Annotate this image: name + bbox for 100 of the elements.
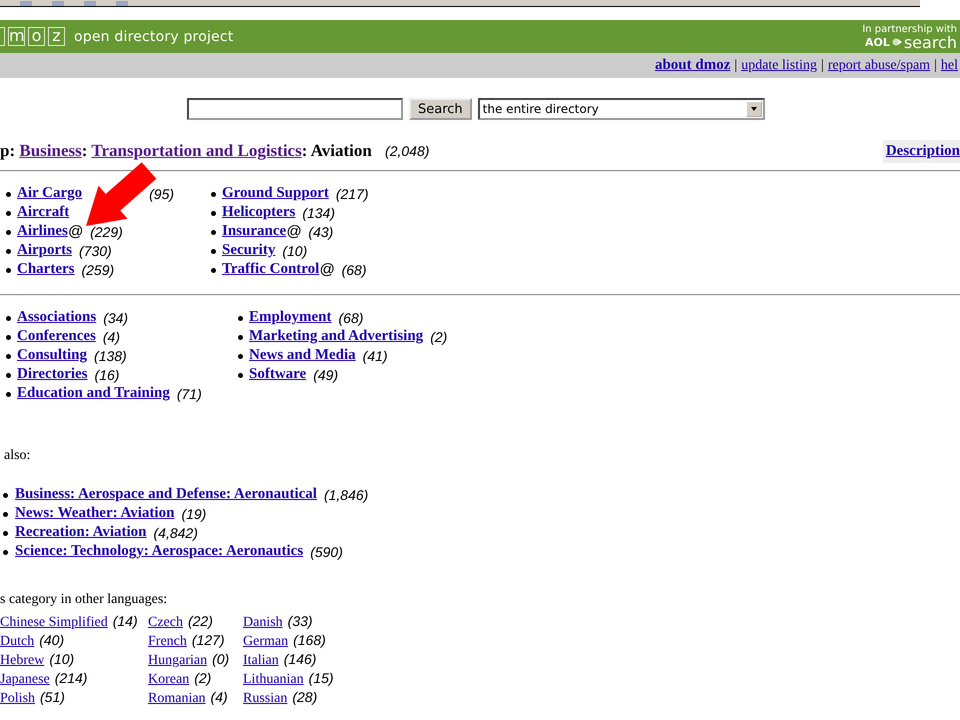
breadcrumb-separator: : [82, 141, 88, 160]
language-link[interactable]: Czech [148, 615, 183, 630]
item-count: (14) [112, 613, 138, 629]
language-link[interactable]: Polish [0, 691, 36, 706]
category-link[interactable]: Helicopters [222, 204, 296, 221]
category-link[interactable]: Marketing and Advertising [249, 328, 424, 345]
language-link[interactable]: Lithuanian [243, 672, 304, 687]
category-link[interactable]: Conferences [17, 328, 96, 345]
search-button[interactable]: Search [409, 98, 472, 120]
language-link[interactable]: German [243, 634, 288, 649]
language-link[interactable]: Russian [243, 691, 288, 706]
category-link[interactable]: Software [249, 366, 306, 383]
item-count: (2) [194, 670, 212, 686]
item-count: (134) [302, 204, 335, 220]
bullet-icon [6, 316, 11, 321]
item-count: (0) [212, 651, 230, 667]
item-count: (34) [103, 310, 128, 326]
logo-letter-box [0, 27, 5, 46]
language-link[interactable]: Hebrew [0, 653, 44, 668]
bullet-icon [6, 230, 11, 235]
item-count: (16) [94, 366, 120, 382]
item-count: (10) [282, 242, 308, 258]
separator-text: | [821, 58, 824, 74]
category-link[interactable]: Insurance [222, 223, 286, 240]
section-heading: s category in other languages: [0, 592, 168, 609]
bullet-icon [6, 192, 11, 197]
description-link[interactable]: Description [882, 140, 960, 162]
language-link[interactable]: Dutch [0, 634, 34, 649]
category-link[interactable]: Employment [249, 309, 332, 326]
toolbar-icon[interactable] [52, 1, 64, 6]
language-link[interactable]: Italian [243, 653, 279, 668]
language-link[interactable]: French [148, 634, 187, 649]
item-count: (19) [181, 506, 206, 522]
item-count: (71) [176, 386, 202, 402]
item-count: (51) [40, 689, 65, 705]
category-link[interactable]: Ground Support [222, 185, 329, 202]
language-link[interactable]: Danish [243, 615, 283, 630]
item-count: (259) [81, 262, 114, 278]
category-link[interactable]: Directories [17, 366, 88, 383]
toolbar-icon[interactable] [20, 1, 32, 6]
category-link[interactable]: Associations [17, 309, 96, 326]
language-link[interactable]: Chinese Simplified [0, 615, 108, 630]
related-link[interactable]: Business: Aerospace and Defense: Aeronautical [15, 486, 317, 503]
category-link[interactable]: Traffic Control [222, 261, 320, 278]
related-link[interactable]: News: Weather: Aviation [15, 505, 174, 522]
bullet-icon [6, 373, 11, 378]
bullet-icon [238, 335, 243, 340]
item-count: (2) [430, 328, 448, 344]
item-count: (146) [284, 651, 316, 667]
partner-logo-text: search [904, 34, 957, 50]
item-count: (4,842) [154, 524, 198, 540]
language-link[interactable]: Korean [148, 672, 190, 687]
category-link[interactable]: Airlines [17, 223, 68, 240]
language-link[interactable]: Hungarian [148, 653, 208, 668]
item-count: (590) [310, 544, 343, 560]
bullet-icon [238, 316, 243, 321]
scope-dropdown[interactable]: the entire directory [478, 98, 765, 120]
section-heading: also: [4, 448, 32, 465]
category-link[interactable]: Education and Training [17, 385, 170, 402]
item-count: (15) [308, 670, 334, 686]
toolbar-icon[interactable] [116, 1, 128, 6]
bullet-icon [211, 211, 216, 216]
language-link[interactable]: Romanian [148, 691, 206, 706]
bullet-icon [3, 512, 8, 517]
category-link[interactable]: Security [222, 242, 276, 259]
breadcrumb-link[interactable]: Transportation and Logistics [91, 141, 302, 160]
item-count: (22) [188, 613, 213, 629]
breadcrumb-separator: : [302, 141, 308, 160]
item-count: (229) [90, 224, 123, 240]
bullet-icon [6, 211, 11, 216]
breadcrumb-link[interactable]: Business [19, 141, 82, 160]
logo-letter: z [48, 27, 65, 46]
item-count: (68) [342, 262, 366, 278]
category-link[interactable]: Air Cargo [17, 185, 82, 202]
bullet-icon [238, 354, 243, 359]
nav-link[interactable]: hel [940, 58, 958, 74]
toolbar-icon[interactable] [84, 1, 96, 6]
nav-link[interactable]: update listing [741, 58, 818, 74]
search-field[interactable] [187, 98, 403, 120]
category-link[interactable]: Aircraft [17, 204, 70, 221]
language-link[interactable]: Japanese [0, 672, 50, 687]
category-link[interactable]: Charters [17, 261, 74, 278]
at-symbol: @ [319, 261, 335, 278]
nav-link[interactable]: about dmoz [654, 57, 730, 74]
related-link[interactable]: Science: Technology: Aerospace: Aeronautics [15, 543, 304, 560]
related-link[interactable]: Recreation: Aviation [15, 524, 147, 541]
site-tagline: open directory project [74, 28, 234, 44]
item-count: (730) [79, 242, 112, 258]
at-symbol: @ [68, 223, 84, 240]
item-count: (28) [292, 689, 318, 705]
bullet-icon [3, 550, 8, 555]
partner-logo: AOL [864, 36, 890, 48]
bullet-icon [6, 392, 11, 397]
category-link[interactable]: Airports [17, 242, 72, 259]
item-count: (2,048) [385, 143, 430, 159]
item-count: (214) [54, 670, 88, 686]
category-link[interactable]: Consulting [17, 347, 88, 364]
logo-letter: m [8, 27, 25, 46]
category-link[interactable]: News and Media [249, 347, 356, 364]
nav-link[interactable]: report abuse/spam [828, 58, 930, 74]
